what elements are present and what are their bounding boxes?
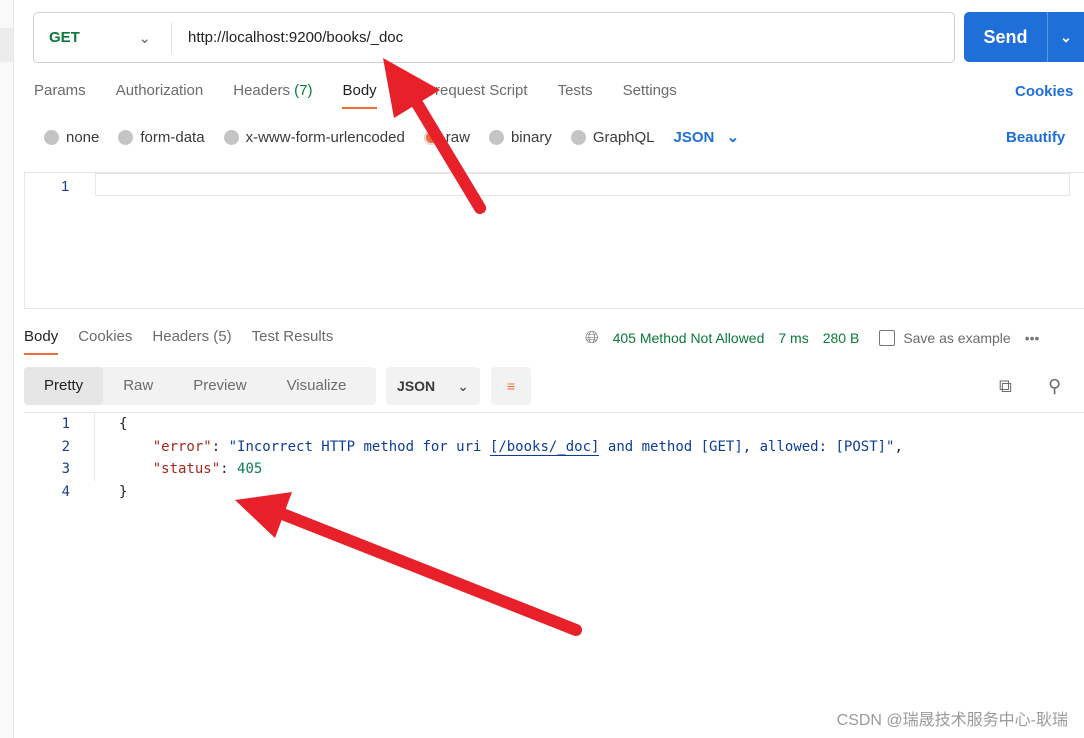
tab-settings[interactable]: Settings — [623, 82, 677, 109]
view-preview[interactable]: Preview — [173, 367, 266, 405]
radio-label: x-www-form-urlencoded — [245, 128, 405, 146]
format-label: JSON — [397, 378, 436, 394]
response-size[interactable]: 280 B — [823, 330, 860, 346]
send-label: Send — [964, 12, 1048, 62]
response-format-select[interactable]: JSON ⌄ — [386, 367, 480, 405]
tab-response-headers[interactable]: Headers (5) — [152, 328, 231, 355]
line-number: 4 — [61, 483, 70, 500]
current-line — [95, 173, 1070, 196]
radio-icon — [488, 129, 504, 145]
tab-test-results[interactable]: Test Results — [252, 328, 334, 355]
json-number: 405 — [237, 461, 263, 477]
request-tabs: Params Authorization Headers (7) Body Pr… — [34, 82, 677, 109]
more-icon[interactable]: ••• — [1025, 330, 1040, 346]
save-label: Save as example — [903, 330, 1011, 346]
json-string: and method [GET], allowed: [POST]" — [599, 438, 895, 455]
radio-graphql[interactable]: GraphQL — [570, 128, 655, 146]
radio-icon — [223, 129, 239, 145]
json-key: "status" — [152, 461, 221, 477]
tab-headers[interactable]: Headers (7) — [233, 82, 312, 109]
url-bar: GET ⌄ http://localhost:9200/books/_doc — [33, 12, 955, 63]
sidebar-selected-item[interactable] — [0, 28, 13, 62]
view-pretty[interactable]: Pretty — [24, 367, 104, 405]
globe-icon[interactable]: 🌐︎ — [585, 328, 599, 348]
radio-label: GraphQL — [592, 128, 655, 146]
code-line: 4} — [24, 481, 1084, 504]
tab-authorization[interactable]: Authorization — [116, 82, 204, 109]
response-tabs: Body Cookies Headers (5) Test Results — [24, 328, 333, 355]
save-as-example-button[interactable]: Save as example — [879, 330, 1011, 346]
response-time[interactable]: 7 ms — [778, 330, 808, 346]
chevron-down-icon: ⌄ — [138, 29, 151, 47]
radio-none[interactable]: none — [44, 129, 99, 146]
body-format-select[interactable]: JSON ⌄ — [674, 128, 740, 146]
code-text: } — [119, 483, 128, 500]
method-select[interactable]: GET ⌄ — [34, 22, 172, 53]
code-text: "status": 405 — [94, 458, 262, 481]
tab-response-body[interactable]: Body — [24, 328, 59, 355]
radio-icon — [570, 129, 586, 145]
line-number: 1 — [61, 178, 70, 195]
radio-selected-icon — [423, 129, 439, 145]
response-body[interactable]: 1{ 2 "error": "Incorrect HTTP method for… — [24, 412, 1084, 503]
tab-count: (7) — [294, 82, 313, 99]
radio-form-data[interactable]: form-data — [118, 128, 205, 146]
radio-icon — [44, 129, 59, 145]
tab-response-cookies[interactable]: Cookies — [78, 328, 132, 355]
view-visualize[interactable]: Visualize — [267, 367, 367, 405]
chevron-down-icon: ⌄ — [726, 129, 740, 146]
radio-label: form-data — [140, 128, 205, 146]
tab-params[interactable]: Params — [34, 82, 86, 109]
tab-label: Headers — [152, 328, 210, 345]
line-number: 1 — [61, 416, 70, 432]
save-icon — [879, 330, 896, 346]
code-line: 1{ — [24, 413, 1084, 436]
json-key: "error" — [152, 438, 212, 455]
arrow-to-response — [235, 492, 582, 636]
tab-body[interactable]: Body — [342, 82, 377, 109]
line-number: 3 — [61, 461, 70, 477]
watermark: CSDN @瑞晟技术服务中心-耿瑞 — [836, 712, 1068, 729]
search-icon[interactable]: ⚲ — [1048, 376, 1061, 397]
tab-pre-request-script[interactable]: Pre-request Script — [407, 82, 528, 109]
code-line: 2 "error": "Incorrect HTTP method for ur… — [24, 435, 1084, 458]
wrap-icon: ≡ — [506, 378, 516, 394]
beautify-link[interactable]: Beautify — [1006, 129, 1065, 146]
radio-icon — [118, 129, 134, 145]
tab-label: Headers — [233, 82, 290, 99]
send-button[interactable]: Send ⌄ — [964, 12, 1084, 62]
radio-x-www-form-urlencoded[interactable]: x-www-form-urlencoded — [223, 128, 405, 146]
json-string: "Incorrect HTTP method for uri — [228, 438, 490, 455]
uri-link[interactable]: [/books/_doc] — [489, 438, 600, 456]
radio-raw[interactable]: raw — [423, 128, 470, 146]
radio-label: raw — [445, 128, 470, 146]
code-text: "error": "Incorrect HTTP method for uri … — [94, 435, 903, 458]
chevron-down-icon: ⌄ — [457, 377, 469, 394]
format-label: JSON — [673, 129, 715, 146]
radio-label: binary — [510, 128, 552, 146]
status-code[interactable]: 405 Method Not Allowed — [613, 330, 765, 346]
response-view-tabs: Pretty Raw Preview Visualize — [24, 367, 376, 405]
response-status-bar: 🌐︎ 405 Method Not Allowed 7 ms 280 B Sav… — [585, 328, 1039, 348]
chevron-down-icon[interactable]: ⌄ — [1048, 29, 1084, 46]
url-input[interactable]: http://localhost:9200/books/_doc — [172, 29, 403, 46]
body-type-radios: none form-data x-www-form-urlencoded raw… — [44, 128, 739, 146]
method-label: GET — [49, 29, 80, 46]
wrap-lines-button[interactable]: ≡ — [491, 367, 531, 405]
view-raw[interactable]: Raw — [103, 367, 173, 405]
tab-tests[interactable]: Tests — [558, 82, 593, 109]
code-text: { — [94, 413, 127, 436]
left-sidebar — [0, 0, 14, 738]
tab-count: (5) — [213, 328, 232, 345]
code-line: 3 "status": 405 — [24, 458, 1084, 481]
copy-icon[interactable]: ⧉ — [999, 376, 1012, 397]
radio-binary[interactable]: binary — [488, 128, 552, 146]
request-body-editor[interactable]: 1 — [24, 172, 1084, 309]
radio-label: none — [66, 128, 100, 146]
cookies-link[interactable]: Cookies — [1015, 83, 1073, 100]
line-number: 2 — [61, 438, 70, 455]
